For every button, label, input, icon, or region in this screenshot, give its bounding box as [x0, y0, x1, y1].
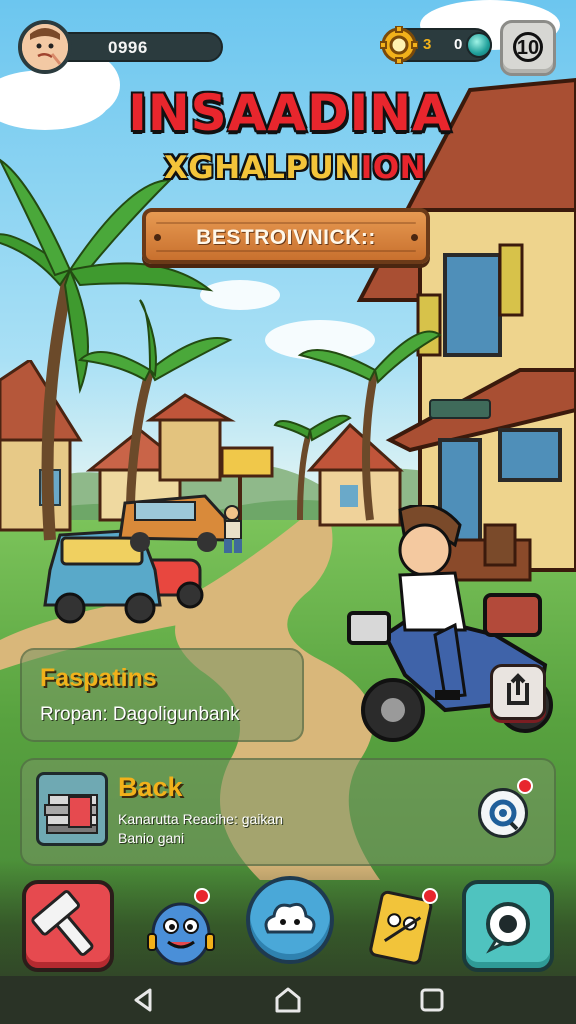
mission-line-1: Kanarutta Reacihe: gaikan [118, 811, 283, 827]
home-nav-icon[interactable] [272, 984, 304, 1016]
share-button[interactable] [490, 664, 546, 720]
build-button[interactable] [22, 880, 114, 972]
coin-icon [380, 26, 418, 64]
mission-line-2: Banio gani [118, 830, 185, 846]
notification-dot [194, 888, 210, 904]
wood-grain [156, 250, 416, 252]
info-panel-title: Faspatins [40, 664, 157, 692]
cloud-creature-icon [264, 902, 316, 934]
share-icon [507, 673, 529, 705]
info-panel[interactable]: Faspatins Rropan: Dagoligunbank [20, 648, 304, 742]
hammer-icon [31, 890, 94, 956]
notification-dot [517, 778, 533, 794]
player-profile[interactable]: 0996 [18, 20, 223, 74]
mission-panel[interactable]: Back Kanarutta Reacihe: gaikan Banio gan… [20, 758, 556, 866]
coin-count: 3 [423, 36, 432, 53]
wood-grain [156, 222, 416, 224]
game-subtitle: XGHALPUNION [150, 150, 440, 186]
info-panel-text: Rropan: Dagoligunbank [40, 704, 240, 725]
mission-panel-text: Kanarutta Reacihe: gaikan Banio gani [118, 810, 368, 848]
pedestrian [224, 505, 242, 553]
map-pin-icon [486, 902, 530, 954]
player-score: 0996 [108, 38, 148, 57]
subtitle-middle: GHALPUN [188, 150, 361, 186]
character-button[interactable] [146, 886, 216, 970]
back-nav-icon[interactable] [128, 984, 160, 1016]
search-button[interactable] [478, 788, 528, 838]
banner-label: BESTROIVNICK:: [196, 226, 376, 249]
subtitle-x: X [163, 150, 189, 186]
player-avatar-icon[interactable] [18, 20, 72, 74]
home-button[interactable] [246, 876, 334, 964]
book-stack-icon [36, 772, 108, 846]
subtitle-end: ION [360, 150, 427, 186]
mission-panel-title: Back [118, 772, 183, 802]
recents-nav-icon[interactable] [416, 984, 448, 1016]
system-nav-bar [0, 976, 576, 1024]
search-icon [489, 799, 519, 831]
map-button[interactable] [462, 880, 554, 972]
level-number: 10 [516, 37, 540, 59]
quest-button[interactable] [366, 884, 438, 970]
notification-dot [422, 888, 438, 904]
gem-icon [466, 32, 492, 58]
title-banner-button[interactable]: BESTROIVNICK:: [142, 208, 430, 264]
game-title: INSAADINA [128, 84, 452, 142]
gem-count: 0 [454, 36, 463, 53]
level-badge[interactable]: 10 [500, 20, 556, 76]
orange-van [118, 494, 229, 552]
